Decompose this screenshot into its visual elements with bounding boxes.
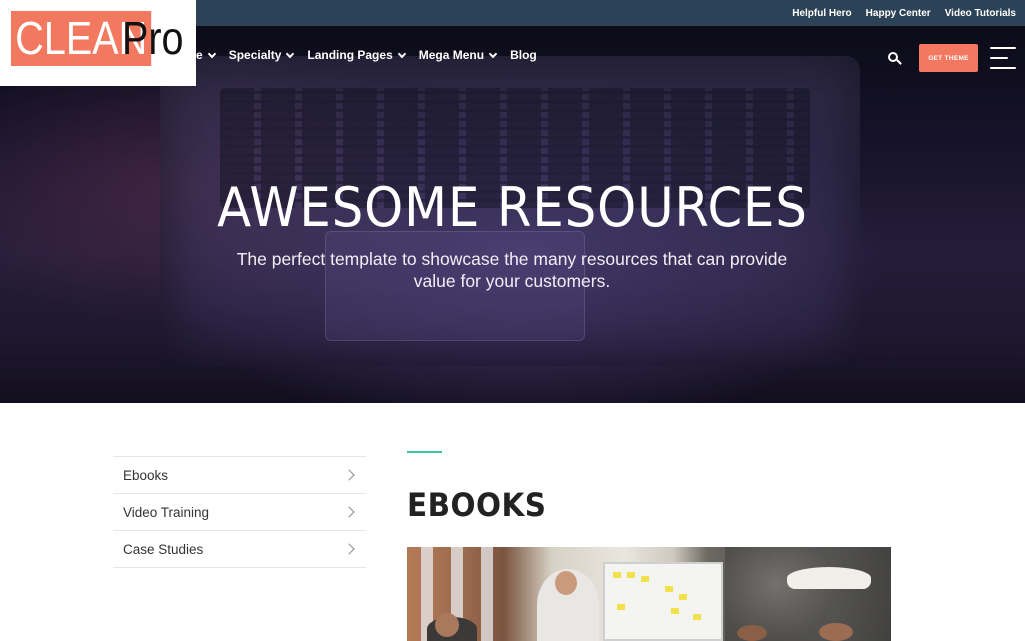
search-icon[interactable]: [886, 50, 904, 68]
nav-item-label: e: [196, 48, 203, 62]
photo-attendee-head: [737, 625, 767, 641]
photo-presenter-head: [555, 571, 577, 595]
chevron-right-icon: [343, 469, 355, 481]
chevron-right-icon: [343, 543, 355, 555]
sticky-note: [617, 604, 625, 610]
sticky-note: [693, 614, 701, 620]
photo-window: [481, 547, 493, 641]
hamburger-line: [990, 47, 1016, 49]
chevron-down-icon: [207, 49, 216, 58]
nav-item-label: Blog: [510, 48, 537, 62]
sidebar-item-label: Case Studies: [123, 541, 204, 557]
nav-item-landing-pages[interactable]: Landing Pages: [307, 48, 406, 62]
hamburger-line: [990, 67, 1016, 69]
nav-item-label: Mega Menu: [418, 48, 485, 62]
chevron-down-icon: [397, 49, 406, 58]
nav-item-label: Landing Pages: [307, 48, 393, 62]
nav-menu: e Specialty Landing Pages Mega Menu Blog: [196, 48, 537, 62]
logo-pro-text: Pro: [122, 12, 184, 64]
hamburger-icon[interactable]: [990, 47, 1016, 69]
nav-item-mega-menu[interactable]: Mega Menu: [418, 48, 498, 62]
ebooks-feature-image: [407, 547, 891, 641]
sidebar-item-label: Video Training: [123, 504, 210, 520]
sticky-note: [679, 594, 687, 600]
nav-item-blog[interactable]: Blog: [510, 48, 537, 62]
resources-sidebar: Ebooks Video Training Case Studies: [113, 456, 366, 568]
utility-links: Helpful Hero Happy Center Video Tutorial…: [792, 0, 1016, 26]
sticky-note: [671, 608, 679, 614]
logo[interactable]: CLEAN Pro: [0, 0, 196, 86]
nav-item-label: Specialty: [228, 48, 282, 62]
sidebar-item-case-studies[interactable]: Case Studies: [113, 531, 366, 568]
hamburger-line: [990, 57, 1008, 59]
hero-subtitle: The perfect template to showcase the man…: [236, 249, 788, 291]
nav-item-home[interactable]: e: [196, 48, 216, 62]
photo-whiteboard: [603, 562, 723, 641]
photo-attendee-head: [435, 613, 459, 637]
sidebar-item-video-training[interactable]: Video Training: [113, 494, 366, 531]
helpful-hero-link[interactable]: Helpful Hero: [792, 8, 851, 19]
nav-item-specialty[interactable]: Specialty: [228, 48, 295, 62]
sticky-note: [613, 572, 621, 578]
chevron-right-icon: [343, 506, 355, 518]
get-theme-button[interactable]: GET THEME: [919, 44, 978, 72]
photo-lamp: [787, 567, 871, 589]
sticky-note: [627, 572, 635, 578]
section-title: EBOOKS: [407, 486, 547, 524]
happy-center-link[interactable]: Happy Center: [866, 8, 931, 19]
sticky-note: [665, 586, 673, 592]
sidebar-item-label: Ebooks: [123, 467, 169, 483]
chevron-down-icon: [488, 49, 498, 58]
search-icon-handle: [896, 59, 902, 65]
hero-title: AWESOME RESOURCES: [217, 176, 808, 239]
photo-attendee-head: [819, 623, 853, 641]
chevron-down-icon: [286, 49, 295, 58]
sidebar-item-ebooks[interactable]: Ebooks: [113, 457, 366, 494]
section-accent-divider: [407, 451, 442, 453]
sticky-note: [641, 576, 649, 582]
video-tutorials-link[interactable]: Video Tutorials: [945, 8, 1016, 19]
